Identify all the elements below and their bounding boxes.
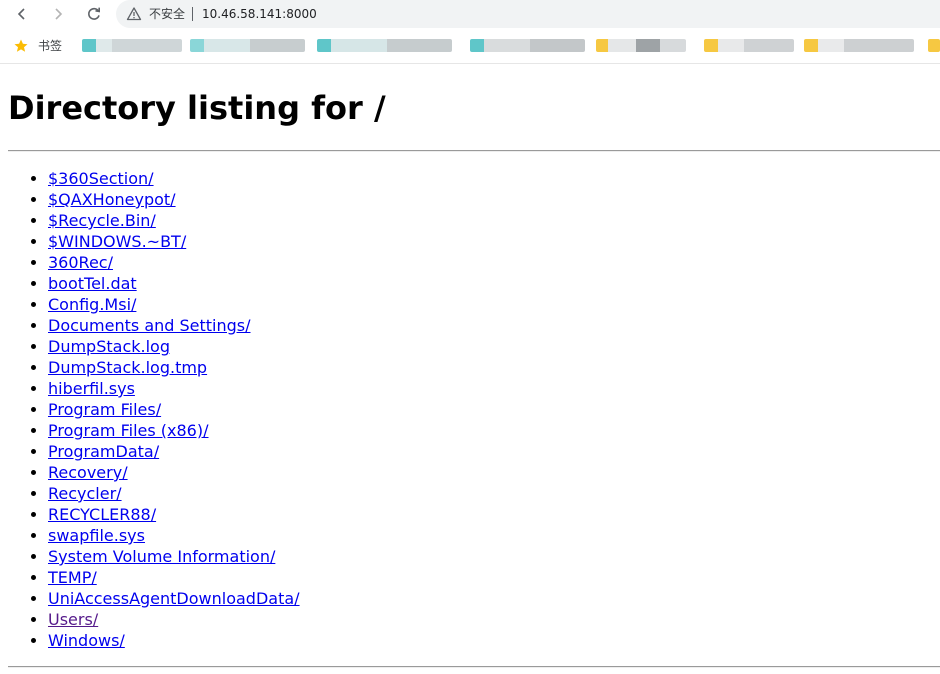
- bookmarks-bar: 书签: [0, 30, 940, 62]
- forward-button[interactable]: [47, 3, 69, 25]
- star-icon[interactable]: [13, 38, 29, 54]
- omnibox-divider: [192, 7, 193, 21]
- bookmark-item-blurred[interactable]: [82, 39, 182, 52]
- bookmark-item-blurred[interactable]: [928, 39, 940, 52]
- bookmark-item-blurred[interactable]: [317, 39, 452, 52]
- bookmark-item-blurred[interactable]: [190, 39, 305, 52]
- security-status-label[interactable]: 不安全: [149, 6, 185, 22]
- page-content: Directory listing for / $360Section/ $QAX…: [0, 64, 940, 674]
- warning-icon[interactable]: [126, 6, 142, 22]
- file-link[interactable]: Windows/: [48, 631, 125, 650]
- url-text[interactable]: 10.46.58.141:8000: [202, 6, 317, 22]
- bottom-divider: [8, 666, 940, 668]
- file-link[interactable]: $Recycle.Bin/: [48, 211, 156, 230]
- list-item: UniAccessAgentDownloadData/: [48, 588, 300, 609]
- list-item: Config.Msi/: [48, 294, 300, 315]
- list-item: DumpStack.log: [48, 336, 300, 357]
- list-item: Users/: [48, 609, 300, 630]
- bookmark-item-blurred[interactable]: [596, 39, 686, 52]
- list-item: Program Files (x86)/: [48, 420, 300, 441]
- page-title: Directory listing for /: [8, 89, 386, 127]
- list-item: Program Files/: [48, 399, 300, 420]
- list-item: swapfile.sys: [48, 525, 300, 546]
- list-item: ProgramData/: [48, 441, 300, 462]
- file-link[interactable]: hiberfil.sys: [48, 379, 135, 398]
- list-item: RECYCLER88/: [48, 504, 300, 525]
- browser-toolbar: 不安全 10.46.58.141:8000: [0, 0, 940, 28]
- file-link[interactable]: System Volume Information/: [48, 547, 275, 566]
- list-item: Windows/: [48, 630, 300, 651]
- file-link[interactable]: $WINDOWS.~BT/: [48, 232, 186, 251]
- list-item: $Recycle.Bin/: [48, 210, 300, 231]
- file-link[interactable]: Program Files/: [48, 400, 161, 419]
- file-link[interactable]: 360Rec/: [48, 253, 113, 272]
- bookmark-item-blurred[interactable]: [704, 39, 794, 52]
- file-link[interactable]: UniAccessAgentDownloadData/: [48, 589, 300, 608]
- reload-icon: [88, 7, 100, 20]
- list-item: Recycler/: [48, 483, 300, 504]
- address-bar[interactable]: 不安全 10.46.58.141:8000: [116, 0, 940, 28]
- back-button[interactable]: [11, 3, 33, 25]
- file-link[interactable]: Recycler/: [48, 484, 122, 503]
- file-link[interactable]: DumpStack.log: [48, 337, 170, 356]
- list-item: bootTel.dat: [48, 273, 300, 294]
- file-link[interactable]: $QAXHoneypot/: [48, 190, 176, 209]
- list-item: 360Rec/: [48, 252, 300, 273]
- list-item: Documents and Settings/: [48, 315, 300, 336]
- file-link[interactable]: ProgramData/: [48, 442, 159, 461]
- top-divider: [8, 150, 940, 152]
- list-item: DumpStack.log.tmp: [48, 357, 300, 378]
- bookmark-item-blurred[interactable]: [470, 39, 585, 52]
- list-item: System Volume Information/: [48, 546, 300, 567]
- file-link[interactable]: Documents and Settings/: [48, 316, 251, 335]
- list-item: hiberfil.sys: [48, 378, 300, 399]
- file-link[interactable]: Users/: [48, 610, 98, 629]
- file-link[interactable]: DumpStack.log.tmp: [48, 358, 207, 377]
- file-link[interactable]: TEMP/: [48, 568, 97, 587]
- arrow-right-icon: [55, 8, 63, 20]
- list-item: $360Section/: [48, 168, 300, 189]
- file-link[interactable]: Program Files (x86)/: [48, 421, 209, 440]
- file-link[interactable]: Recovery/: [48, 463, 128, 482]
- file-link[interactable]: Config.Msi/: [48, 295, 136, 314]
- file-link[interactable]: $360Section/: [48, 169, 154, 188]
- arrow-left-icon: [17, 8, 25, 20]
- list-item: Recovery/: [48, 462, 300, 483]
- list-item: $WINDOWS.~BT/: [48, 231, 300, 252]
- bookmark-item-blurred[interactable]: [804, 39, 914, 52]
- list-item: $QAXHoneypot/: [48, 189, 300, 210]
- bookmarks-label[interactable]: 书签: [38, 38, 62, 54]
- reload-button[interactable]: [83, 3, 105, 25]
- directory-list: $360Section/ $QAXHoneypot/ $Recycle.Bin/ $W…: [8, 168, 300, 651]
- file-link[interactable]: bootTel.dat: [48, 274, 137, 293]
- list-item: TEMP/: [48, 567, 300, 588]
- file-link[interactable]: RECYCLER88/: [48, 505, 156, 524]
- file-link[interactable]: swapfile.sys: [48, 526, 145, 545]
